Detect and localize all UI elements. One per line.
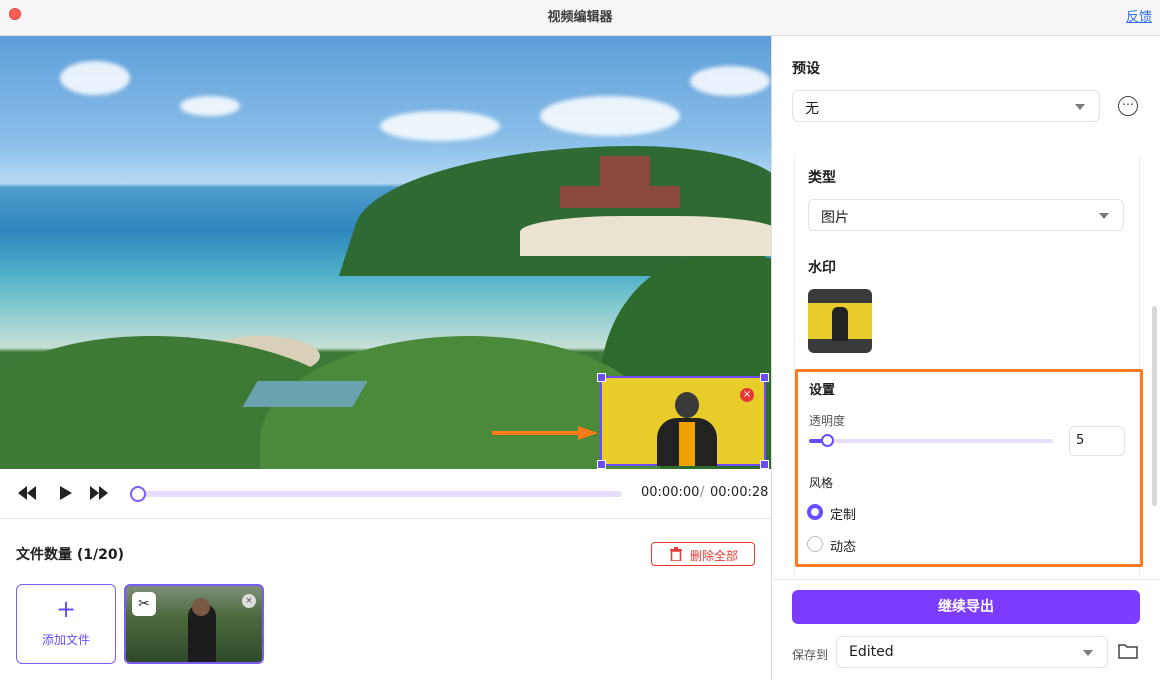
save-to-label: 保存到 <box>792 648 829 662</box>
play-icon[interactable] <box>54 483 76 503</box>
delete-watermark-icon[interactable]: × <box>740 388 754 402</box>
file-count-title: 文件数量 (1/20) <box>16 547 125 563</box>
video-thumbnail[interactable]: ✂ × <box>124 584 264 664</box>
progress-knob[interactable] <box>130 486 146 502</box>
resize-handle-bottom-left[interactable] <box>597 460 606 469</box>
add-file-button[interactable]: + 添加文件 <box>16 584 116 664</box>
delete-all-button[interactable]: 删除全部 <box>651 542 755 566</box>
more-options-icon[interactable]: ⋯ <box>1118 96 1138 116</box>
watermark-image-thumbnail[interactable] <box>808 289 872 353</box>
type-label: 类型 <box>808 170 836 186</box>
watermark-label: 水印 <box>808 260 836 276</box>
radio-custom-label: 定制 <box>830 508 857 523</box>
title-bar: 视频编辑器 反馈 <box>0 0 1160 36</box>
delete-all-label: 删除全部 <box>690 549 739 563</box>
person-head <box>192 598 210 616</box>
total-time: 00:00:28 <box>710 485 769 500</box>
opacity-input[interactable]: 5 <box>1069 426 1125 456</box>
cloud-decor <box>60 61 130 95</box>
roof-decor <box>242 381 368 407</box>
progress-bar[interactable] <box>138 491 622 497</box>
save-to-select[interactable]: Edited <box>836 636 1108 668</box>
opacity-slider[interactable] <box>809 439 1053 443</box>
plus-icon: + <box>55 595 77 623</box>
scissors-icon[interactable]: ✂ <box>132 592 156 616</box>
chevron-down-icon <box>1099 213 1109 219</box>
radio-dynamic-label: 动态 <box>830 540 857 555</box>
resize-handle-top-left[interactable] <box>597 373 606 382</box>
radio-custom[interactable] <box>807 504 823 520</box>
preset-select[interactable]: 无 <box>792 90 1100 122</box>
beach-decor <box>520 216 771 256</box>
style-label: 风格 <box>809 476 834 490</box>
opacity-label: 透明度 <box>809 414 846 428</box>
building-decor <box>560 186 680 208</box>
save-to-value: Edited <box>849 644 894 660</box>
trash-icon <box>670 547 682 561</box>
person-image <box>657 388 717 466</box>
type-value: 图片 <box>821 210 849 226</box>
cloud-decor <box>380 111 500 141</box>
chevron-down-icon <box>1083 650 1093 656</box>
opacity-slider-knob[interactable] <box>821 434 834 447</box>
panel-scrollbar[interactable] <box>1152 306 1157 506</box>
window-title: 视频编辑器 <box>547 10 613 25</box>
folder-icon[interactable] <box>1118 643 1138 659</box>
resize-handle-bottom-right[interactable] <box>760 460 769 469</box>
rewind-icon[interactable] <box>16 483 38 503</box>
preset-value: 无 <box>805 101 819 117</box>
fast-forward-icon[interactable] <box>88 483 110 503</box>
current-time: 00:00:00 <box>641 485 700 500</box>
chevron-down-icon <box>1075 104 1085 110</box>
radio-dynamic[interactable] <box>807 536 823 552</box>
type-select[interactable]: 图片 <box>808 199 1124 231</box>
building-decor <box>600 156 650 186</box>
settings-label: 设置 <box>809 383 836 398</box>
playback-controls: 00:00:00 / 00:00:28 <box>0 469 771 519</box>
continue-export-button[interactable]: 继续导出 <box>792 590 1140 624</box>
remove-file-icon[interactable]: × <box>242 594 256 608</box>
arrow-icon <box>492 426 598 440</box>
cloud-decor <box>690 66 770 96</box>
feedback-link[interactable]: 反馈 <box>1126 6 1152 25</box>
divider <box>772 579 1160 580</box>
video-preview[interactable]: × <box>0 36 771 469</box>
settings-panel: 预设 无 ⋯ 类型 图片 水印 设置 透明度 5 风格 定制 动态 继续导出 保… <box>771 36 1160 680</box>
time-separator: / <box>700 485 705 500</box>
cloud-decor <box>180 96 240 116</box>
add-file-label: 添加文件 <box>41 633 90 647</box>
preset-label: 预设 <box>792 61 820 77</box>
resize-handle-top-right[interactable] <box>760 373 769 382</box>
watermark-overlay[interactable]: × <box>597 373 769 469</box>
cloud-decor <box>540 96 680 136</box>
editor-area: × 00:00:00 / 00:00:28 文件数量 (1/20) 删除全部 +… <box>0 36 771 680</box>
